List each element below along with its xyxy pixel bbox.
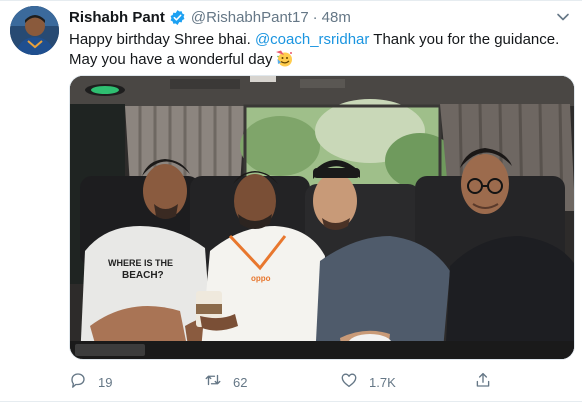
divider [0,0,582,1]
share-button[interactable] [474,370,492,394]
chevron-down-icon[interactable] [556,10,570,24]
retweet-count: 62 [233,374,248,390]
tweet-card[interactable]: Rishabh Pant @RishabhPant17 · 48m Happy … [0,0,582,402]
tweet-header: Rishabh Pant @RishabhPant17 · 48m [69,7,351,27]
tweet-text-after-mention: Thank you for the guidance. [369,31,560,48]
mention-link[interactable]: @coach_rsridhar [255,31,369,48]
heart-icon [340,371,358,394]
svg-text:oppo: oppo [251,274,271,283]
retweet-icon [204,371,222,394]
party-face-emoji-icon [275,50,293,67]
tweet-text-before-mention: Happy birthday Shree bhai. [69,31,255,48]
verified-badge-icon [169,9,186,26]
tweet-actions: 19 62 1.7K [69,370,499,394]
avatar[interactable] [10,6,59,55]
tweet-photo[interactable]: WHERE IS THE BEACH? oppo [69,75,575,360]
svg-text:BEACH?: BEACH? [122,270,164,281]
reply-icon [69,371,87,394]
tweet-text: Happy birthday Shree bhai. @coach_rsridh… [69,30,574,70]
reply-button[interactable]: 19 [69,370,112,394]
tweet-text-line-2-content: May you have a wonderful day [69,51,273,68]
retweet-button[interactable]: 62 [204,370,247,394]
like-button[interactable]: 1.7K [340,370,396,394]
tweet-text-line-1: Happy birthday Shree bhai. @coach_rsridh… [69,30,574,50]
tweet-text-line-2: May you have a wonderful day [69,50,574,70]
author-handle[interactable]: @RishabhPant17 [191,9,309,26]
like-count: 1.7K [369,374,396,390]
share-icon [474,371,492,394]
separator-dot: · [312,8,318,26]
timestamp[interactable]: 48m [322,9,351,26]
reply-count: 19 [98,374,113,390]
svg-text:WHERE IS THE: WHERE IS THE [108,258,173,268]
author-name[interactable]: Rishabh Pant [69,9,165,26]
